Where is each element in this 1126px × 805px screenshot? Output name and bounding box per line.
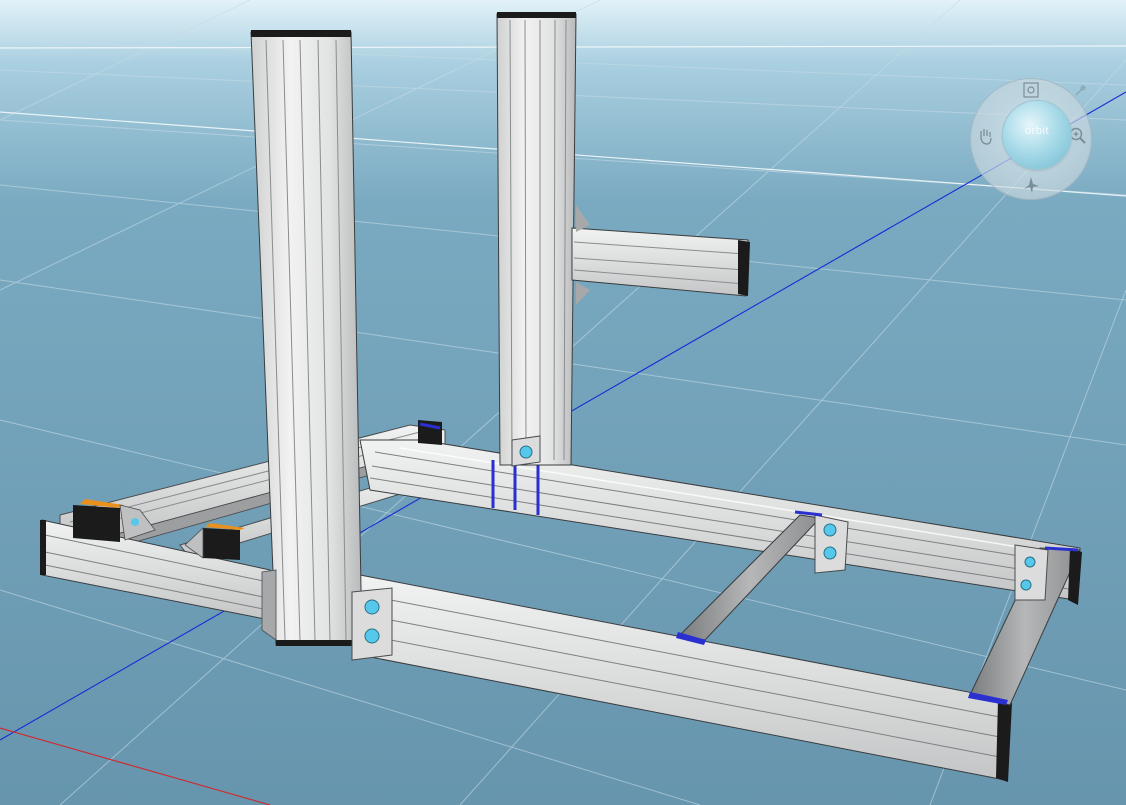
- orbit-button[interactable]: orbit: [1003, 101, 1071, 169]
- pan-icon[interactable]: [974, 125, 996, 147]
- bracket-right[interactable]: [1014, 544, 1049, 601]
- bracket-back-post[interactable]: [511, 435, 541, 467]
- 3d-viewport[interactable]: orbit: [0, 0, 1126, 805]
- navigation-wheel[interactable]: orbit: [970, 78, 1092, 200]
- fly-icon[interactable]: [1020, 174, 1042, 196]
- 3d-scene[interactable]: [0, 0, 1126, 805]
- orbit-label: orbit: [1025, 125, 1049, 137]
- bracket-middle[interactable]: [814, 514, 849, 574]
- pin-icon[interactable]: [1074, 84, 1086, 96]
- post-back[interactable]: [496, 12, 577, 466]
- end-cap-back-left[interactable]: [418, 420, 442, 445]
- fit-view-icon[interactable]: [1020, 79, 1042, 101]
